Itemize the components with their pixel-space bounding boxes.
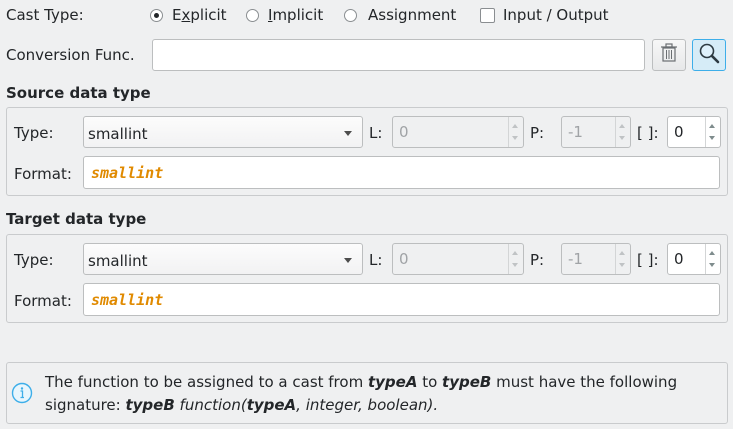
info-sig-function: function( [174,396,247,414]
source-length-spin-buttons[interactable] [508,117,523,147]
conversion-func-field[interactable] [152,39,645,71]
search-button[interactable] [692,39,726,71]
source-format-value: smallint [91,164,164,182]
target-precision-value: -1 [568,250,583,268]
spin-down-icon [709,263,715,267]
source-precision-spin-buttons[interactable] [615,117,630,147]
source-length-spin[interactable]: 0 [392,116,524,148]
target-precision-label: P: [530,251,545,269]
target-type-combo[interactable]: smallint [83,243,363,275]
source-type-value: smallint [88,125,148,143]
target-precision-spin[interactable]: -1 [561,243,631,275]
target-dim-spin[interactable]: 0 [667,243,721,275]
source-group: Type: smallint L: 0 P: -1 [ ]: 0 Format:… [6,107,728,196]
target-length-spin[interactable]: 0 [392,243,524,275]
conversion-func-label: Conversion Func. [6,46,135,64]
info-box: The function to be assigned to a cast fr… [6,362,728,424]
spin-up-icon [512,251,518,255]
spin-down-icon [619,263,625,267]
info-sig-args: , integer, boolean). [296,396,439,414]
info-text-part: The function to be assigned to a cast fr… [45,373,368,391]
spin-up-icon [512,124,518,128]
info-typeA: typeA [367,373,418,391]
info-text-part: to [417,373,443,391]
spin-up-icon [619,124,625,128]
info-sig-typeB: typeB [125,396,175,414]
info-typeB: typeB [442,373,492,391]
source-type-combo[interactable]: smallint [83,116,363,148]
radio-implicit-indicator[interactable] [246,9,259,22]
source-dim-spin[interactable]: 0 [667,116,721,148]
spin-up-icon [619,251,625,255]
info-text-part: signature: [45,396,126,414]
source-type-label: Type: [14,124,54,142]
chevron-down-icon [344,131,352,136]
target-length-spin-buttons[interactable] [508,244,523,274]
target-format-value: smallint [91,291,164,309]
target-dim-label: [ ]: [637,251,659,269]
target-dim-spin-buttons[interactable] [705,244,720,274]
clear-button[interactable] [652,39,686,71]
target-type-label: Type: [14,251,54,269]
trash-icon [660,43,678,67]
source-precision-label: P: [530,124,545,142]
radio-explicit-indicator[interactable] [150,9,163,22]
source-precision-spin[interactable]: -1 [561,116,631,148]
info-text: The function to be assigned to a cast fr… [45,371,725,417]
radio-assignment-label: Assignment [368,6,457,24]
target-precision-spin-buttons[interactable] [615,244,630,274]
source-length-value: 0 [399,123,409,141]
chevron-down-icon [344,258,352,263]
spin-up-icon [709,251,715,255]
info-text-part: must have the following [491,373,678,391]
target-format-field: smallint [83,283,720,316]
radio-assignment-indicator[interactable] [344,9,357,22]
source-dim-label: [ ]: [637,124,659,142]
radio-explicit-label: Explicit [172,6,227,24]
target-format-label: Format: [14,292,72,310]
source-dim-spin-buttons[interactable] [705,117,720,147]
info-sig-typeA: typeA [246,396,297,414]
source-length-label: L: [369,124,383,142]
search-icon [698,42,720,68]
spin-up-icon [709,124,715,128]
radio-implicit-label: Implicit [268,6,324,24]
spin-down-icon [619,136,625,140]
target-group: Type: smallint L: 0 P: -1 [ ]: 0 Format:… [6,234,728,323]
target-type-value: smallint [88,252,148,270]
source-format-label: Format: [14,165,72,183]
source-section-title: Source data type [6,84,151,102]
info-icon [11,382,33,408]
cast-type-label: Cast Type: [6,6,84,24]
target-dim-value: 0 [674,250,684,268]
spin-down-icon [512,263,518,267]
target-length-value: 0 [399,250,409,268]
target-length-label: L: [369,251,383,269]
io-checkbox-label: Input / Output [503,6,609,24]
source-format-field: smallint [83,156,720,189]
spin-down-icon [709,136,715,140]
target-section-title: Target data type [6,210,147,228]
spin-down-icon [512,136,518,140]
io-checkbox-box[interactable] [480,8,495,23]
source-dim-value: 0 [674,123,684,141]
source-precision-value: -1 [568,123,583,141]
